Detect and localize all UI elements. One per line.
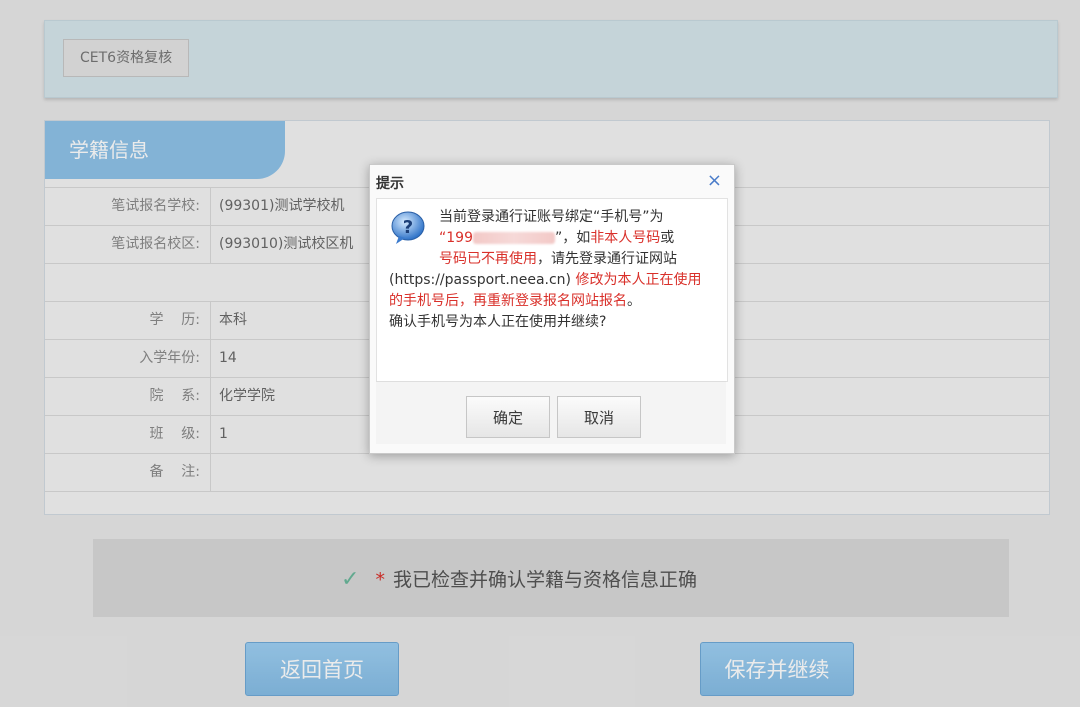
msg-line-2: “199 ”，如非本人号码或 xyxy=(389,228,715,249)
msg-line-4: (https://passport.neea.cn) 修改为本人正在使用的手机号… xyxy=(389,270,715,312)
dialog-message: 当前登录通行证账号绑定“手机号”为 “199 ”，如非本人号码或 号码已不再使用，… xyxy=(389,207,715,333)
phone-prefix: “199 xyxy=(439,230,473,246)
msg-frag: 或 xyxy=(660,230,675,246)
msg-line-5: 确认手机号为本人正在使用并继续? xyxy=(389,314,607,330)
redacted-phone xyxy=(472,232,555,244)
prompt-dialog: 提示 × ? 当前登录通行证账号绑定“手机号”为 “199 ”，如非本人号码或 号… xyxy=(369,164,735,454)
passport-url: (https://passport.neea.cn) xyxy=(389,272,572,288)
confirm-button[interactable]: 确定 xyxy=(466,396,550,438)
dialog-body: ? 当前登录通行证账号绑定“手机号”为 “199 ”，如非本人号码或 号码已不再使… xyxy=(376,198,728,382)
dialog-footer: 确定 取消 xyxy=(376,381,726,444)
msg-frag: ，请先登录通行证网站 xyxy=(537,251,677,267)
msg-line-1: 当前登录通行证账号绑定“手机号”为 xyxy=(439,209,664,225)
msg-line-3: 号码已不再使用，请先登录通行证网站 xyxy=(389,249,715,270)
cancel-button[interactable]: 取消 xyxy=(557,396,641,438)
msg-frag: 。 xyxy=(627,293,641,309)
dialog-title: 提示 xyxy=(376,176,404,192)
msg-red-frag: 号码已不再使用 xyxy=(439,251,537,267)
msg-red-frag: 非本人号码 xyxy=(590,230,661,246)
msg-frag: ”，如 xyxy=(554,230,591,246)
close-icon[interactable]: × xyxy=(707,170,722,191)
